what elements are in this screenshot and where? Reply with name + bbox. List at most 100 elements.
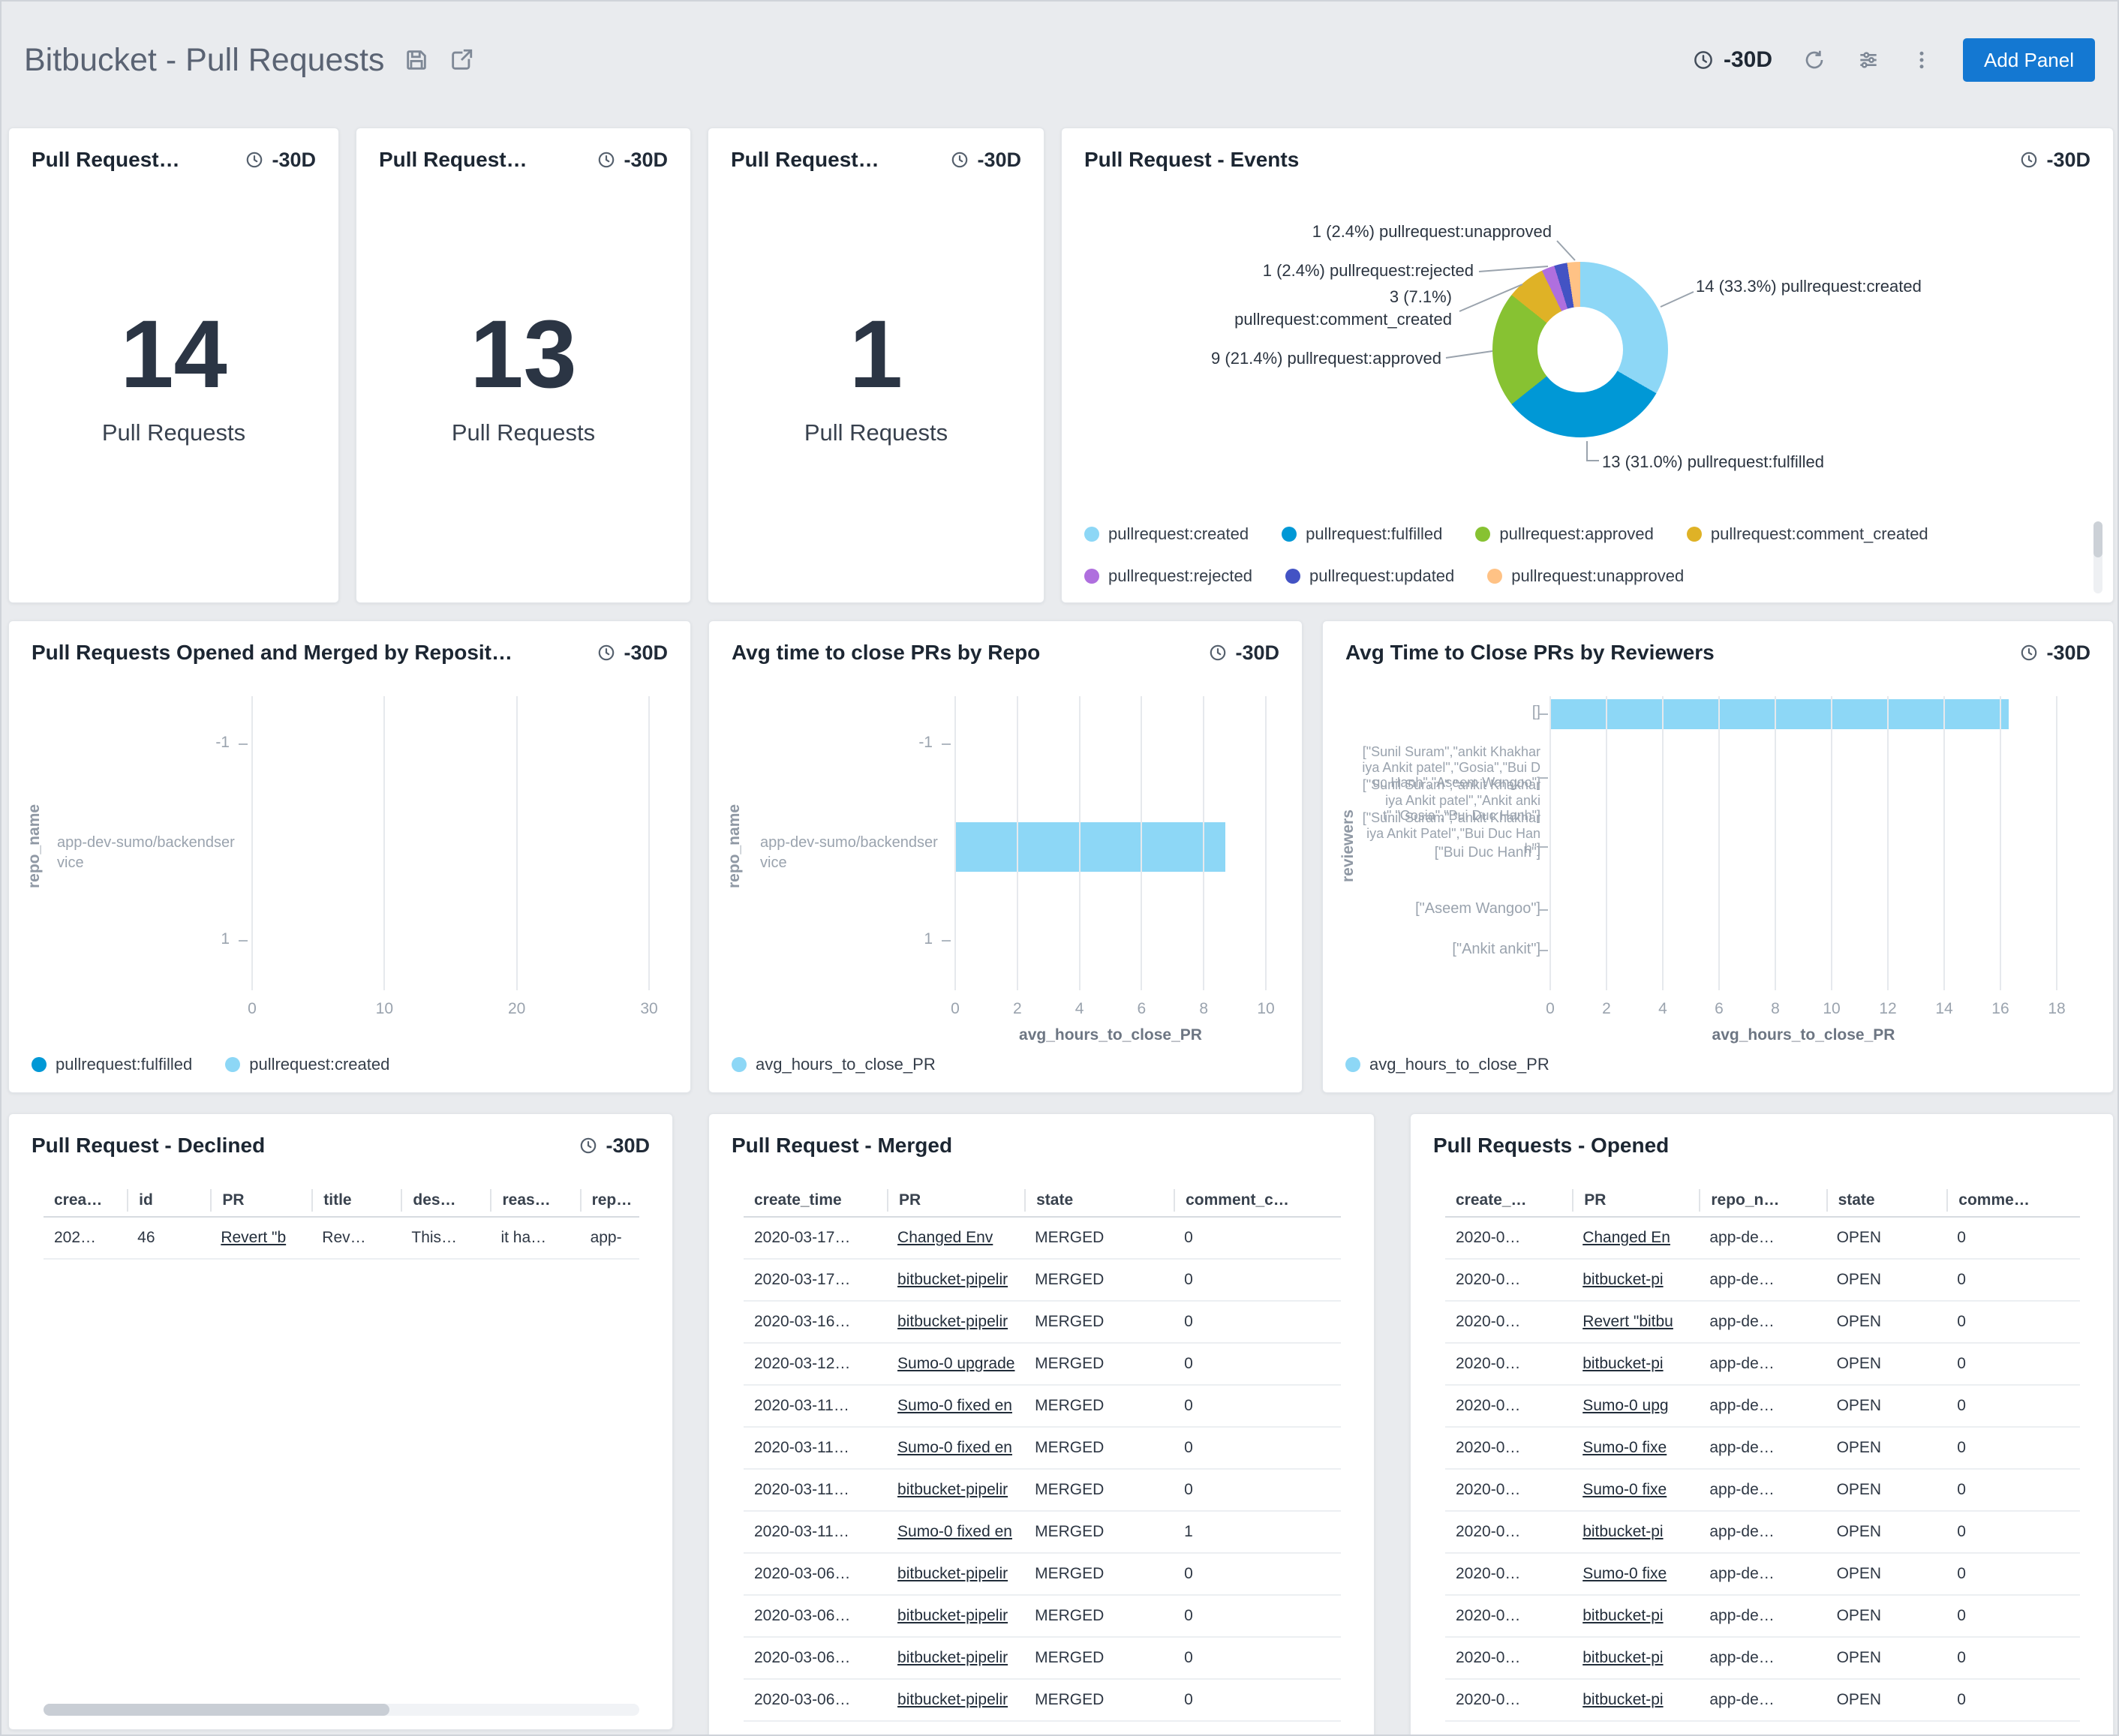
pr-link[interactable]: bitbucket-pipelir [887,1271,1024,1289]
pr-link[interactable]: bitbucket-pipelir [887,1565,1024,1583]
panel-time-range[interactable]: -30D [579,1134,650,1158]
column-header[interactable]: title [311,1189,401,1212]
kebab-menu-icon[interactable] [1910,49,1933,71]
table-row[interactable]: 2020-0…Sumo-0 fixeapp-de…OPEN0 [1445,1428,2080,1470]
legend-item[interactable]: pullrequest:unapproved [1487,566,1684,586]
pr-link[interactable]: bitbucket-pi [1572,1523,1699,1541]
pr-link[interactable]: Sumo-0 upg [1572,1397,1699,1415]
legend-item[interactable]: pullrequest:approved [1475,524,1653,544]
pr-link[interactable]: Changed En [1572,1229,1699,1247]
table-row[interactable]: 2020-0…Changed Enapp-de…OPEN0 [1445,1218,2080,1260]
pr-link[interactable]: Sumo-0 fixed en [887,1397,1024,1415]
table-row[interactable]: 2020-03-11…Sumo-0 fixed enMERGED1 [744,1512,1341,1554]
panel-title[interactable]: Pull Request - Declined [32,1134,265,1158]
column-header[interactable]: id [127,1189,210,1212]
panel-time-range[interactable]: -30D [597,641,668,665]
panel-title[interactable]: Pull Request… [379,148,527,172]
table-row[interactable]: 2020-0…bitbucket-piapp-de…OPEN0 [1445,1260,2080,1302]
add-panel-button[interactable]: Add Panel [1963,38,2095,82]
pr-link[interactable]: bitbucket-pi [1572,1271,1699,1289]
pr-link[interactable]: bitbucket-pipelir [887,1607,1024,1625]
table-row[interactable]: 2020-03-16…bitbucket-pipelirMERGED0 [744,1302,1341,1344]
time-range-control[interactable]: -30D [1692,47,1772,73]
table-row[interactable]: 2020-03-06…bitbucket-pipelirMERGED0 [744,1638,1341,1680]
table-row[interactable]: 2020-0…bitbucket-piapp-de…OPEN0 [1445,1344,2080,1386]
table-row[interactable]: 2020-0…bitbucket-piapp-de…OPEN0 [1445,1638,2080,1680]
table-row[interactable]: 2020-03-17…Changed EnvMERGED0 [744,1218,1341,1260]
pr-link[interactable]: Sumo-0 upgrade [887,1355,1024,1373]
table-row[interactable]: 2020-03-12…Sumo-0 upgradeMERGED0 [744,1344,1341,1386]
column-header[interactable]: des… [401,1189,490,1212]
pr-link[interactable]: Sumo-0 fixe [1572,1565,1699,1583]
export-icon[interactable] [449,47,474,73]
panel-title[interactable]: Pull Request - Merged [732,1134,952,1158]
panel-time-range[interactable]: -30D [950,149,1021,172]
table-row[interactable]: 202…46Revert "bRev…This…it ha…app- [44,1218,639,1260]
pr-link[interactable]: bitbucket-pipelir [887,1649,1024,1667]
pr-link[interactable]: bitbucket-pipelir [887,1691,1024,1709]
table-row[interactable]: 2020-03-06…bitbucket-pipelirMERGED0 [744,1596,1341,1638]
column-header[interactable]: create_… [1445,1189,1572,1212]
legend-item[interactable]: pullrequest:created [225,1055,389,1074]
legend-scrollbar-thumb[interactable] [2093,521,2102,557]
legend-item[interactable]: avg_hours_to_close_PR [732,1055,936,1074]
table-row[interactable]: 2020-03-11…Sumo-0 fixed enMERGED0 [744,1386,1341,1428]
panel-time-range[interactable]: -30D [1208,641,1279,665]
table-row[interactable]: 2020-0…Sumo-0 fixeapp-de…OPEN0 [1445,1554,2080,1596]
legend-item[interactable]: pullrequest:created [1084,524,1249,544]
column-header[interactable]: PR [210,1189,311,1212]
pr-link[interactable]: Revert "b [210,1229,311,1247]
panel-title[interactable]: Pull Request… [731,148,879,172]
legend-item[interactable]: pullrequest:rejected [1084,566,1252,586]
horizontal-scrollbar[interactable] [44,1704,639,1716]
table-row[interactable]: 2020-0…bitbucket-piapp-de…OPEN0 [1445,1512,2080,1554]
pr-link[interactable]: Revert "bitbu [1572,1313,1699,1331]
column-header[interactable]: comme… [1946,1189,2080,1212]
table-row[interactable]: 2020-03-06…bitbucket-pipelirMERGED0 [744,1680,1341,1722]
column-header[interactable]: rep… [580,1189,639,1212]
column-header[interactable]: PR [1572,1189,1699,1212]
pr-link[interactable]: Changed Env [887,1229,1024,1247]
panel-time-range[interactable]: -30D [2019,149,2090,172]
pr-link[interactable]: bitbucket-pi [1572,1691,1699,1709]
table-row[interactable]: 2020-03-17…bitbucket-pipelirMERGED0 [744,1260,1341,1302]
panel-time-range[interactable]: -30D [245,149,316,172]
horizontal-scrollbar-thumb[interactable] [44,1704,389,1716]
panel-title[interactable]: Pull Request… [32,148,180,172]
legend-scrollbar[interactable] [2093,521,2102,593]
table-row[interactable]: 2020-03-11…bitbucket-pipelirMERGED0 [744,1470,1341,1512]
legend-item[interactable]: pullrequest:fulfilled [1282,524,1442,544]
pr-link[interactable]: bitbucket-pipelir [887,1481,1024,1499]
legend-item[interactable]: pullrequest:fulfilled [32,1055,192,1074]
pr-link[interactable]: bitbucket-pi [1572,1607,1699,1625]
table-row[interactable]: 2020-0…bitbucket-piapp-de…OPEN0 [1445,1680,2080,1722]
panel-title[interactable]: Pull Request - Events [1084,148,1299,172]
panel-title[interactable]: Avg time to close PRs by Repo [732,641,1040,665]
legend-item[interactable]: pullrequest:updated [1285,566,1454,586]
panel-title[interactable]: Pull Requests Opened and Merged by Repos… [32,641,512,665]
avg-hours-bar[interactable] [955,822,1225,872]
column-header[interactable]: repo_n… [1699,1189,1826,1212]
table-row[interactable]: 2020-0…Revert "bitbuapp-de…OPEN0 [1445,1302,2080,1344]
avg-hours-bar[interactable] [1550,699,2009,729]
pr-link[interactable]: Sumo-0 fixed en [887,1439,1024,1457]
legend-item[interactable]: avg_hours_to_close_PR [1345,1055,1549,1074]
pr-link[interactable]: bitbucket-pi [1572,1355,1699,1373]
table-row[interactable]: 2020-03-06…bitbucket-pipelirMERGED0 [744,1554,1341,1596]
table-row[interactable]: 2020-0…Sumo-0 upgapp-de…OPEN0 [1445,1386,2080,1428]
filter-icon[interactable] [1856,48,1880,72]
pr-link[interactable]: bitbucket-pi [1572,1649,1699,1667]
column-header[interactable]: state [1826,1189,1947,1212]
column-header[interactable]: reas… [490,1189,579,1212]
refresh-icon[interactable] [1802,48,1826,72]
save-icon[interactable] [404,47,429,73]
column-header[interactable]: create_time [744,1189,887,1212]
pr-link[interactable]: Sumo-0 fixe [1572,1439,1699,1457]
legend-item[interactable]: pullrequest:comment_created [1687,524,1928,544]
panel-time-range[interactable]: -30D [597,149,668,172]
panel-title[interactable]: Avg Time to Close PRs by Reviewers [1345,641,1715,665]
panel-title[interactable]: Pull Requests - Opened [1433,1134,1669,1158]
table-row[interactable]: 2020-0…bitbucket-piapp-de…OPEN0 [1445,1596,2080,1638]
pr-link[interactable]: bitbucket-pipelir [887,1313,1024,1331]
table-row[interactable]: 2020-03-11…Sumo-0 fixed enMERGED0 [744,1428,1341,1470]
